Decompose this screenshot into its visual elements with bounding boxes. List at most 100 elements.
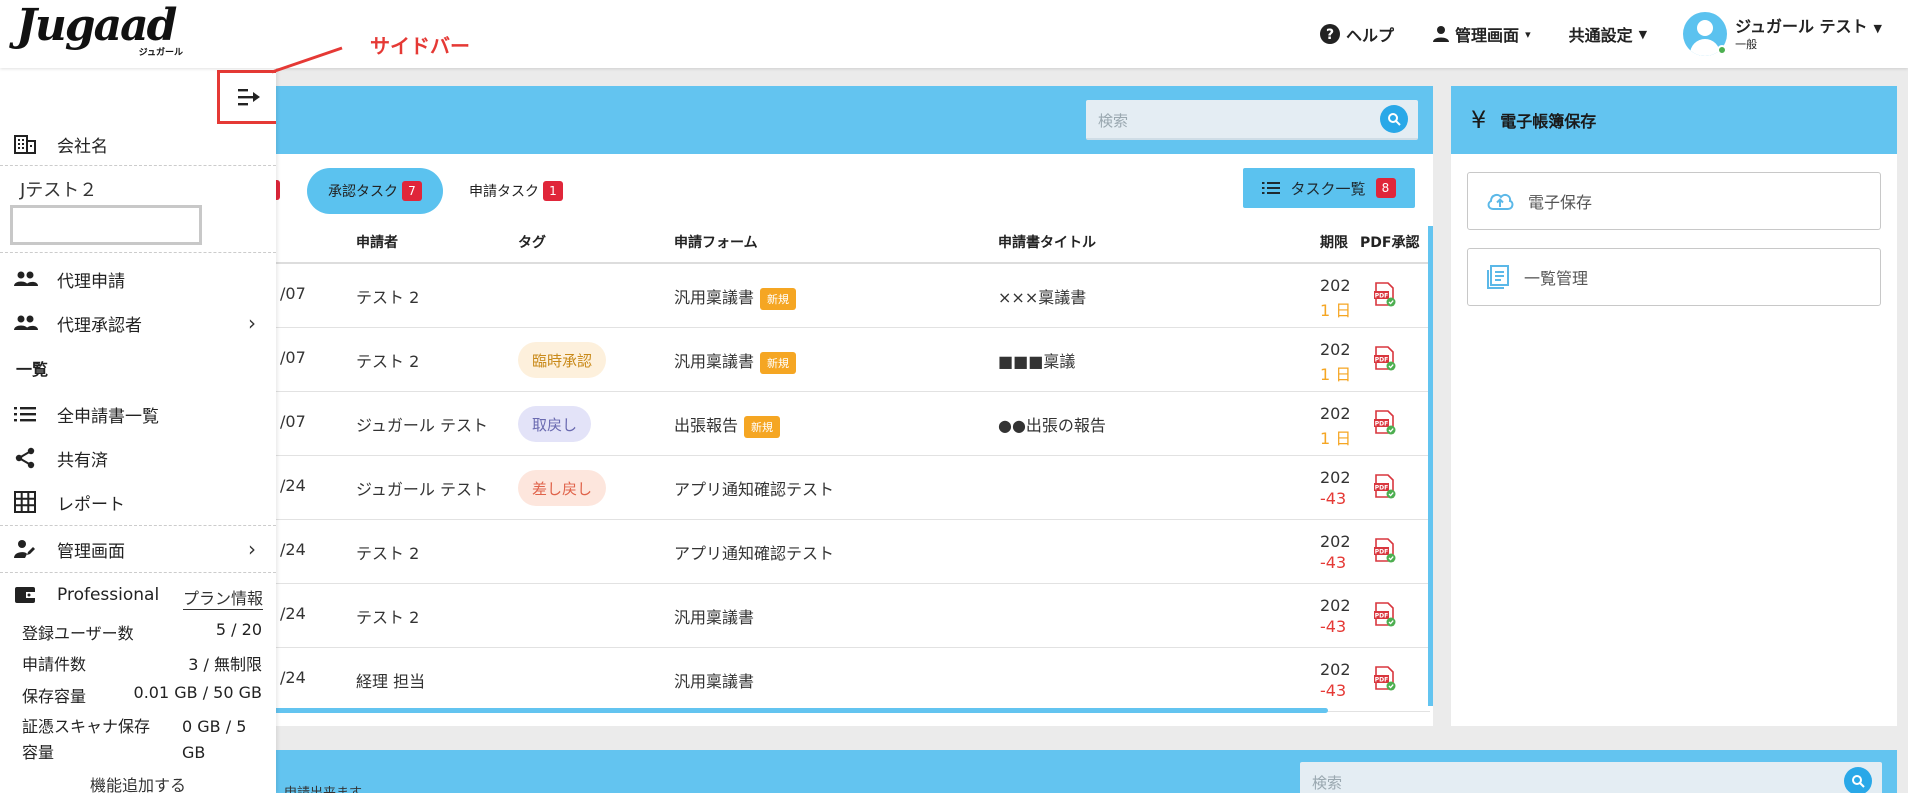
- svg-text:PDF: PDF: [1375, 357, 1388, 364]
- task-list-button[interactable]: タスク一覧 8: [1243, 168, 1415, 208]
- collapse-menu-icon: [238, 89, 260, 106]
- table-row[interactable]: /24 ジュガール テスト 差し戻し アプリ通知確認テスト 202 -43 PD…: [270, 456, 1430, 520]
- column-header-tag[interactable]: タグ: [518, 232, 546, 252]
- admin-menu[interactable]: 管理画面 ▾: [1432, 22, 1531, 46]
- pdf-approve-icon[interactable]: PDF: [1374, 666, 1396, 696]
- row-applicant: テスト 2: [356, 544, 420, 563]
- new-badge: 新規: [760, 351, 797, 374]
- grid-icon: [14, 491, 36, 513]
- person-icon: [1433, 26, 1450, 42]
- svg-text:PDF: PDF: [1375, 421, 1388, 428]
- e-book-storage-card: ¥ 電子帳簿保存 電子保存 一覧管理: [1451, 86, 1897, 726]
- common-settings-menu[interactable]: 共通設定 ▼: [1569, 22, 1647, 46]
- add-feature-link[interactable]: 機能追加する: [90, 772, 186, 793]
- row-deadline-year: 202: [1320, 276, 1351, 295]
- plan-name: Professional: [57, 585, 160, 605]
- row-date: /07: [280, 284, 306, 303]
- column-header-form[interactable]: 申請フォーム: [674, 232, 758, 252]
- row-deadline-days: 1 日: [1320, 301, 1352, 320]
- task-list-count-badge: 8: [1375, 178, 1396, 198]
- column-header-applicant[interactable]: 申請者: [356, 232, 398, 252]
- pdf-approve-icon[interactable]: PDF: [1374, 410, 1396, 440]
- row-form: アプリ通知確認テスト: [674, 544, 835, 563]
- pdf-approve-icon[interactable]: PDF: [1374, 282, 1396, 312]
- row-title: ●●出張の報告: [998, 416, 1106, 435]
- building-icon: [14, 135, 36, 154]
- sidebar-item-all-applications[interactable]: 全申請書一覧: [0, 395, 276, 433]
- row-form: 汎用稟議書 新規: [674, 348, 797, 374]
- sidebar-divider: [0, 252, 276, 253]
- plan-info-link[interactable]: プラン情報: [183, 585, 264, 610]
- table-row[interactable]: /07 ジュガール テスト 取戻し 出張報告 新規 ●●出張の報告 202 1 日…: [270, 392, 1430, 456]
- column-header-pdf-approval[interactable]: PDF承認: [1360, 232, 1419, 252]
- tab-approval-tasks[interactable]: 承認タスク 7: [307, 168, 443, 214]
- list-icon: [1262, 182, 1281, 194]
- row-date: /07: [280, 412, 306, 431]
- vertical-scrollbar[interactable]: [1428, 226, 1433, 706]
- list-management-button[interactable]: 一覧管理: [1467, 248, 1881, 306]
- row-date: /07: [280, 348, 306, 367]
- sidebar-toggle-button[interactable]: [217, 70, 276, 124]
- caret-down-icon: ▼: [1638, 27, 1648, 41]
- pdf-approve-icon[interactable]: PDF: [1374, 346, 1396, 376]
- sidebar-section-list: 一覧: [16, 360, 49, 379]
- sidebar-item-admin[interactable]: 管理画面 ›: [0, 530, 276, 568]
- sidebar-item-report[interactable]: レポート: [0, 483, 276, 521]
- horizontal-scrollbar[interactable]: [270, 708, 1328, 713]
- e-storage-button[interactable]: 電子保存: [1467, 172, 1881, 230]
- row-deadline-year: 202: [1320, 468, 1351, 487]
- logo-text: Jugaad: [16, 0, 177, 51]
- row-form: 汎用稟議書 新規: [674, 284, 797, 310]
- jugaad-logo[interactable]: Jugaad ジュガール: [16, 0, 191, 59]
- chevron-right-icon: ›: [248, 537, 256, 561]
- search-button[interactable]: [1380, 105, 1408, 133]
- row-applicant: テスト 2: [356, 352, 420, 371]
- e-book-storage-header: ¥ 電子帳簿保存: [1451, 86, 1897, 154]
- bottom-search-input[interactable]: 検索: [1300, 762, 1882, 793]
- user-role: 一般: [1735, 37, 1758, 51]
- table-row[interactable]: /24 テスト 2 汎用稟議書 202 -43 PDF: [270, 584, 1430, 648]
- row-deadline-year: 202: [1320, 340, 1351, 359]
- sidebar-item-proxy-apply[interactable]: 代理申請: [0, 260, 276, 298]
- pdf-approve-icon[interactable]: PDF: [1374, 602, 1396, 632]
- search-icon: [1852, 775, 1865, 788]
- svg-text:PDF: PDF: [1375, 549, 1388, 556]
- table-row[interactable]: /24 テスト 2 アプリ通知確認テスト 202 -43 PDF: [270, 520, 1430, 584]
- help-link[interactable]: ? ヘルプ: [1319, 22, 1394, 46]
- stat-scanner-storage: 証憑スキャナ保存 容量 0 GB / 5 GB: [22, 717, 247, 762]
- row-tag-badge: 差し戻し: [518, 470, 607, 506]
- user-name: ジュガール テスト ▼: [1735, 16, 1882, 36]
- table-row[interactable]: /24 経理 担当 汎用稟議書 202 -43 PDF: [270, 648, 1430, 712]
- help-label: ヘルプ: [1346, 26, 1395, 45]
- user-menu[interactable]: ジュガール テスト ▼ 一般: [1683, 12, 1882, 56]
- row-applicant: テスト 2: [356, 608, 420, 627]
- approval-count-badge: 7: [402, 181, 422, 201]
- search-button[interactable]: [1844, 767, 1872, 793]
- row-deadline-year: 202: [1320, 532, 1351, 551]
- pdf-approve-icon[interactable]: PDF: [1374, 538, 1396, 568]
- new-badge: 新規: [760, 287, 797, 310]
- sidebar-item-shared[interactable]: 共有済: [0, 439, 276, 477]
- svg-text:PDF: PDF: [1375, 293, 1388, 300]
- table-row[interactable]: /07 テスト 2 臨時承認 汎用稟議書 新規 ■■■稟議 202 1 日 PDF: [270, 328, 1430, 392]
- tab-application-tasks[interactable]: 申請タスク 1: [456, 168, 576, 214]
- table-row[interactable]: /07 テスト 2 汎用稟議書 新規 ×××稟議書 202 1 日 PDF: [270, 264, 1430, 328]
- column-header-title[interactable]: 申請書タイトル: [998, 232, 1096, 252]
- people-icon: [14, 315, 38, 330]
- row-date: /24: [280, 668, 306, 687]
- stat-storage: 保存容量 0.01 GB / 50 GB: [22, 683, 262, 706]
- company-name: Jテスト２: [20, 180, 98, 201]
- company-select-input[interactable]: [10, 205, 202, 245]
- row-date: /24: [280, 540, 306, 559]
- pdf-approve-icon[interactable]: PDF: [1374, 474, 1396, 504]
- column-header-deadline[interactable]: 期限: [1320, 232, 1348, 252]
- row-deadline-days: 1 日: [1320, 365, 1352, 384]
- row-applicant: テスト 2: [356, 288, 420, 307]
- header-nav: ? ヘルプ 管理画面 ▾ 共通設定 ▼ ジュガール テスト ▼ 一般: [1281, 0, 1882, 68]
- sidebar-item-proxy-approver[interactable]: 代理承認者 ›: [0, 304, 276, 342]
- svg-text:PDF: PDF: [1375, 613, 1388, 620]
- caret-down-icon: ▾: [1525, 27, 1531, 41]
- task-search-input[interactable]: 検索: [1086, 100, 1418, 140]
- search-icon: [1388, 113, 1401, 126]
- new-badge: 新規: [744, 415, 781, 438]
